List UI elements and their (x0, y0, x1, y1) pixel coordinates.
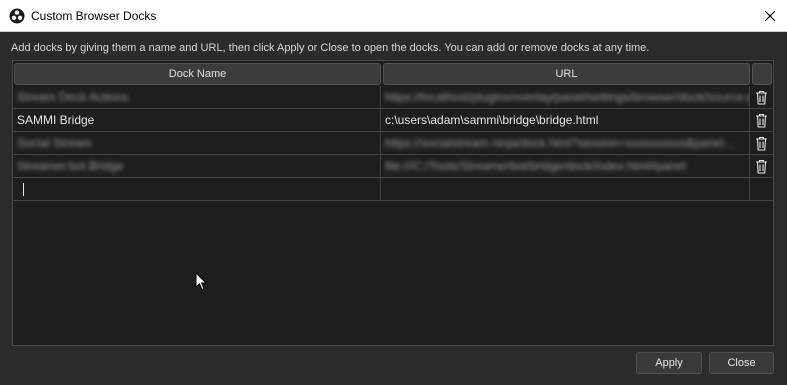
dialog-body: Add docks by giving them a name and URL,… (0, 32, 787, 385)
dock-name-text: Streamer.bot Bridge (17, 159, 124, 173)
column-header-label: Dock Name (168, 68, 227, 80)
dock-url-cell[interactable]: https://localhost/plugins/overlay/panel/… (381, 86, 750, 108)
column-header-url[interactable]: URL (383, 63, 750, 85)
title-bar: Custom Browser Docks (0, 0, 787, 32)
window-title: Custom Browser Docks (31, 9, 157, 23)
dock-url-text: c:\users\adam\sammi\bridge\bridge.html (385, 113, 599, 127)
mouse-pointer-icon (195, 272, 207, 291)
docks-table: Dock Name URL Stream Deck Actions https:… (12, 60, 774, 346)
dock-name-text: SAMMI Bridge (17, 113, 95, 127)
column-header-actions (752, 63, 772, 85)
dock-name-text: Social Stream (17, 136, 92, 150)
dock-url-text: https://localhost/plugins/overlay/panel/… (385, 90, 750, 104)
window-close-button[interactable] (755, 4, 785, 28)
table-row: SAMMI Bridge c:\users\adam\sammi\bridge\… (13, 109, 773, 132)
dock-name-cell[interactable]: Streamer.bot Bridge (13, 155, 381, 177)
dock-url-text: https://socialstream.ninja/dock.html?ses… (385, 136, 734, 150)
obs-logo-icon (9, 8, 25, 24)
text-caret (23, 182, 24, 196)
trash-icon (756, 136, 767, 151)
dock-name-cell[interactable]: Stream Deck Actions (13, 86, 381, 108)
dock-url-cell[interactable]: c:\users\adam\sammi\bridge\bridge.html (381, 109, 750, 131)
delete-dock-button[interactable] (750, 109, 773, 131)
trash-icon (756, 90, 767, 105)
new-dock-row (13, 178, 773, 201)
trash-icon (756, 113, 767, 128)
table-row: Streamer.bot Bridge file:///C:/Tools/Str… (13, 155, 773, 178)
close-icon (764, 10, 776, 22)
table-row: Social Stream https://socialstream.ninja… (13, 132, 773, 155)
apply-button[interactable]: Apply (636, 352, 702, 374)
dock-url-cell[interactable]: file:///C:/Tools/Streamerbot/bridge/dock… (381, 155, 750, 177)
dock-name-cell[interactable]: SAMMI Bridge (13, 109, 381, 131)
delete-dock-button[interactable] (750, 155, 773, 177)
column-header-label: URL (555, 68, 578, 80)
new-dock-url-input[interactable] (381, 178, 750, 200)
column-header-dock-name[interactable]: Dock Name (14, 63, 381, 85)
close-button[interactable]: Close (709, 352, 774, 374)
dock-name-text: Stream Deck Actions (17, 90, 129, 104)
dock-url-cell[interactable]: https://socialstream.ninja/dock.html?ses… (381, 132, 750, 154)
dock-url-text: file:///C:/Tools/Streamerbot/bridge/dock… (385, 159, 686, 173)
empty-action-cell (750, 178, 773, 200)
delete-dock-button[interactable] (750, 132, 773, 154)
new-dock-name-input[interactable] (13, 178, 381, 200)
table-row: Stream Deck Actions https://localhost/pl… (13, 86, 773, 109)
instructions-text: Add docks by giving them a name and URL,… (11, 42, 650, 54)
trash-icon (756, 159, 767, 174)
dock-name-cell[interactable]: Social Stream (13, 132, 381, 154)
delete-dock-button[interactable] (750, 86, 773, 108)
